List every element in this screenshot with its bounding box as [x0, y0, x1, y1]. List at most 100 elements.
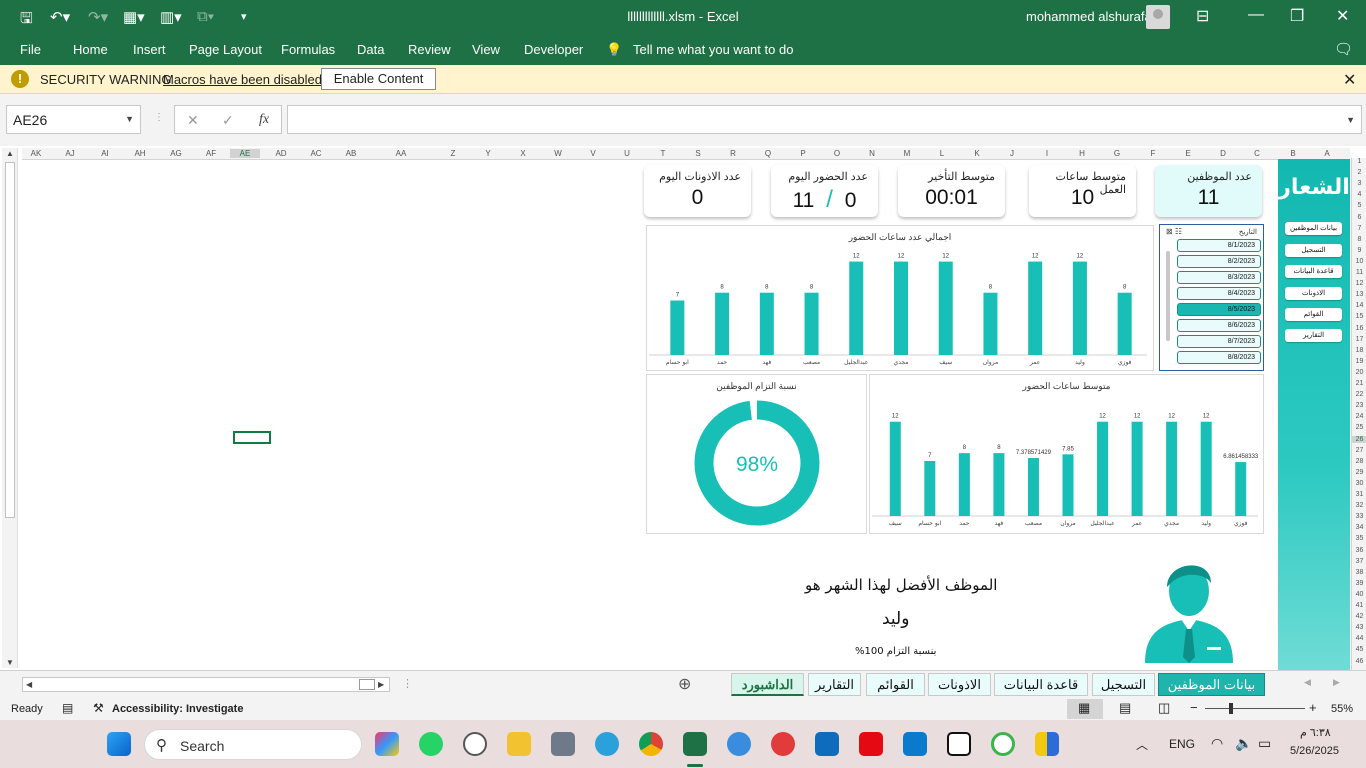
row-header[interactable]: 18	[1352, 347, 1366, 354]
vscode-icon[interactable]	[903, 732, 927, 756]
ribbon-display-icon[interactable]: ⊟	[1196, 6, 1209, 26]
name-box[interactable]: AE26 ▼	[6, 105, 141, 134]
total-hours-chart[interactable]: اجمالي عدد ساعات الحضور 8 فوزي 12 وليد 12 عمر…	[646, 225, 1154, 371]
column-header[interactable]: M	[892, 149, 922, 158]
row-header[interactable]: 35	[1352, 535, 1366, 542]
column-header[interactable]: S	[683, 149, 713, 158]
close-icon[interactable]: ✕	[1336, 6, 1349, 26]
volume-icon[interactable]: 🔈	[1235, 735, 1252, 752]
commitment-rate-chart[interactable]: نسبة التزام الموظفين 98%	[646, 374, 867, 534]
avg-hours-chart[interactable]: متوسط ساعات الحضور 6.861458333 فوزي 12 وليد…	[869, 374, 1264, 534]
row-header[interactable]: 28	[1352, 458, 1366, 465]
slicer-item[interactable]: 8/2/2023	[1177, 255, 1261, 268]
hscroll-thumb[interactable]	[359, 679, 375, 690]
column-header[interactable]: F	[1138, 149, 1168, 158]
slicer-item[interactable]: 8/1/2023	[1177, 239, 1261, 252]
copilot-icon[interactable]	[375, 732, 399, 756]
menu-formulas[interactable]: Formulas	[281, 42, 335, 57]
enter-icon[interactable]: ✓	[222, 112, 234, 129]
cancel-icon[interactable]: ✕	[187, 112, 199, 129]
row-header[interactable]: 27	[1352, 447, 1366, 454]
tab-dashboard[interactable]: الداشبورد	[731, 673, 804, 696]
page-layout-view-icon[interactable]: ▤	[1119, 700, 1131, 716]
column-header[interactable]: L	[927, 149, 957, 158]
column-header[interactable]: E	[1173, 149, 1203, 158]
row-header[interactable]: 29	[1352, 469, 1366, 476]
language-indicator[interactable]: ENG	[1169, 737, 1195, 751]
selected-cell[interactable]	[233, 431, 271, 444]
column-header[interactable]: AC	[301, 149, 331, 158]
macros-disabled-link[interactable]: Macros have been disabled.	[163, 72, 326, 87]
slicer-item[interactable]: 8/3/2023	[1177, 271, 1261, 284]
column-header[interactable]: AG	[161, 149, 191, 158]
notion-icon[interactable]	[947, 732, 971, 756]
column-header[interactable]: Q	[753, 149, 783, 158]
row-header[interactable]: 17	[1352, 336, 1366, 343]
slicer-item[interactable]: 8/7/2023	[1177, 335, 1261, 348]
calculator-icon[interactable]	[551, 732, 575, 756]
browser-globe-icon[interactable]	[727, 732, 751, 756]
column-header[interactable]: G	[1102, 149, 1132, 158]
macro-record-icon[interactable]: ▤	[62, 701, 73, 715]
column-header[interactable]: R	[718, 149, 748, 158]
row-header[interactable]: 10	[1352, 258, 1366, 265]
row-header[interactable]: 45	[1352, 646, 1366, 653]
column-header[interactable]: I	[1032, 149, 1062, 158]
row-header[interactable]: 12	[1352, 280, 1366, 287]
tell-me-search[interactable]: Tell me what you want to do	[633, 42, 793, 57]
row-header[interactable]: 23	[1352, 402, 1366, 409]
column-header[interactable]: X	[508, 149, 538, 158]
row-header[interactable]: 14	[1352, 302, 1366, 309]
clock-date[interactable]: 5/26/2025	[1290, 745, 1339, 757]
clock-time[interactable]: ٦:٣٨ م	[1300, 726, 1331, 739]
slicer-item[interactable]: 8/8/2023	[1177, 351, 1261, 364]
row-header[interactable]: 9	[1352, 247, 1366, 254]
column-header[interactable]: Y	[473, 149, 503, 158]
netflix-icon[interactable]	[859, 732, 883, 756]
user-name[interactable]: mohammed alshurafa	[1026, 9, 1152, 24]
nav-button-permissions[interactable]: الاذونات	[1285, 287, 1342, 300]
row-header[interactable]: 16	[1352, 325, 1366, 332]
tab-reports[interactable]: التقارير	[808, 673, 861, 696]
column-header[interactable]: Z	[438, 149, 468, 158]
row-header[interactable]: 46	[1352, 658, 1366, 665]
nav-button-reports[interactable]: التقارير	[1285, 329, 1342, 342]
menu-developer[interactable]: Developer	[524, 42, 583, 57]
slicer-scrollbar[interactable]	[1166, 251, 1170, 341]
split-handle-icon[interactable]: ⋮	[402, 677, 413, 690]
tab-employee-data[interactable]: بيانات الموظفين	[1158, 673, 1265, 696]
battery-icon[interactable]: ▭	[1258, 735, 1271, 752]
normal-view-icon[interactable]: ▦	[1078, 700, 1090, 716]
zoom-in-icon[interactable]: +	[1309, 700, 1317, 715]
outlook-icon[interactable]	[815, 732, 839, 756]
zoom-slider[interactable]	[1205, 708, 1305, 709]
nav-button-registration[interactable]: التسجيل	[1285, 244, 1342, 257]
next-sheet-icon[interactable]: ▶	[1333, 677, 1340, 688]
column-header[interactable]: D	[1208, 149, 1238, 158]
whatsapp-icon[interactable]	[419, 732, 443, 756]
zoom-out-icon[interactable]: −	[1190, 700, 1198, 715]
column-header[interactable]: C	[1242, 149, 1272, 158]
slicer-item[interactable]: 8/6/2023	[1177, 319, 1261, 332]
restore-icon[interactable]: ❐	[1290, 6, 1304, 26]
column-header[interactable]: AI	[90, 149, 120, 158]
row-header[interactable]: 13	[1352, 291, 1366, 298]
column-header[interactable]: K	[962, 149, 992, 158]
tab-database[interactable]: قاعدة البيانات	[994, 673, 1088, 696]
comments-icon[interactable]: 🗨	[1334, 40, 1353, 58]
row-header[interactable]: 44	[1352, 635, 1366, 642]
telegram-icon[interactable]	[595, 732, 619, 756]
slicer-item[interactable]: 8/4/2023	[1177, 287, 1261, 300]
row-header[interactable]: 26	[1352, 435, 1366, 443]
row-header[interactable]: 24	[1352, 413, 1366, 420]
prev-sheet-icon[interactable]: ◀	[1304, 677, 1311, 688]
menu-file[interactable]: File	[20, 42, 41, 57]
scroll-down-icon[interactable]: ▼	[6, 658, 14, 667]
row-header[interactable]: 11	[1352, 269, 1366, 276]
nav-button-employees[interactable]: بيانات الموظفين	[1285, 222, 1342, 235]
column-header[interactable]: AF	[196, 149, 226, 158]
row-header[interactable]: 31	[1352, 491, 1366, 498]
column-header[interactable]: B	[1278, 149, 1308, 158]
start-icon[interactable]	[107, 732, 131, 756]
file-explorer-icon[interactable]	[507, 732, 531, 756]
